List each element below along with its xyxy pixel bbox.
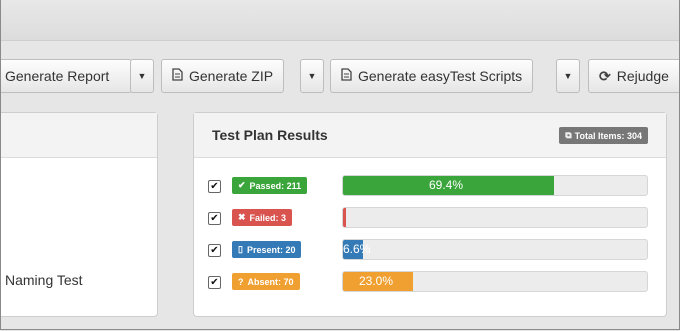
screenshot-frame xyxy=(0,0,680,330)
